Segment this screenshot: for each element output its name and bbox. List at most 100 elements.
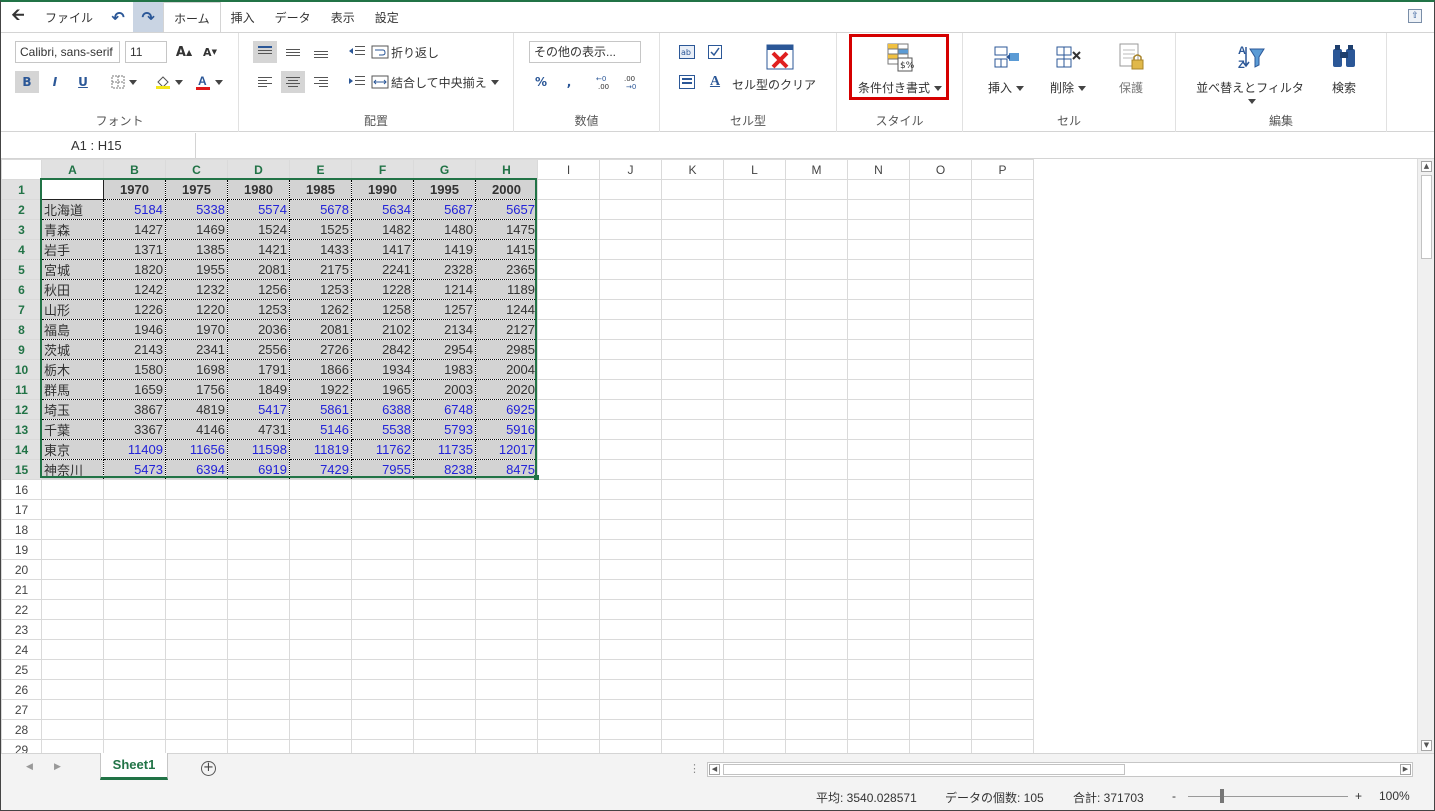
cell[interactable] [661,439,724,460]
fill-handle[interactable] [534,475,539,480]
cell[interactable] [41,479,104,500]
cell[interactable] [599,419,662,440]
cell[interactable] [103,519,166,540]
cell[interactable] [661,479,724,500]
value-cell[interactable]: 1433 [289,239,352,260]
cell[interactable] [723,399,786,420]
cell[interactable] [847,659,910,680]
cell[interactable] [475,699,538,720]
value-cell[interactable]: 1469 [165,219,228,240]
cell[interactable] [661,279,724,300]
value-cell[interactable]: 2003 [413,379,476,400]
cell[interactable] [971,399,1034,420]
cell[interactable] [909,199,972,220]
cell[interactable] [785,519,848,540]
scroll-left-icon[interactable]: ◀ [709,764,720,775]
row-header[interactable]: 21 [1,579,42,600]
cell[interactable] [723,239,786,260]
value-cell[interactable]: 1983 [413,359,476,380]
cell[interactable] [661,639,724,660]
cell[interactable] [909,619,972,640]
cell[interactable] [289,579,352,600]
cell[interactable] [971,579,1034,600]
cell[interactable] [103,639,166,660]
value-cell[interactable]: 2036 [227,319,290,340]
cell[interactable] [41,539,104,560]
cell[interactable] [971,259,1034,280]
cell[interactable] [723,539,786,560]
cell[interactable] [847,699,910,720]
value-cell[interactable]: 6388 [351,399,414,420]
cell[interactable] [661,239,724,260]
cell[interactable] [413,619,476,640]
cell[interactable] [227,539,290,560]
cell[interactable] [661,679,724,700]
value-cell[interactable]: 1698 [165,359,228,380]
zoom-slider[interactable] [1188,796,1348,797]
cell[interactable] [351,519,414,540]
prefecture-cell[interactable]: 神奈川 [41,459,104,480]
cell[interactable] [909,439,972,460]
scroll-right-icon[interactable]: ▶ [1400,764,1411,775]
cell[interactable] [599,499,662,520]
cell[interactable] [351,499,414,520]
cell[interactable] [785,579,848,600]
cell[interactable] [165,579,228,600]
cell[interactable] [661,419,724,440]
value-cell[interactable]: 1214 [413,279,476,300]
value-cell[interactable]: 1415 [475,239,538,260]
merge-center-button[interactable]: 結合して中央揃え [371,71,499,93]
row-header[interactable]: 16 [1,479,42,500]
find-button[interactable]: 検索 [1319,35,1369,96]
cell[interactable] [723,479,786,500]
value-cell[interactable]: 1385 [165,239,228,260]
cell[interactable] [785,239,848,260]
cell[interactable] [41,719,104,740]
cell[interactable] [909,359,972,380]
cell[interactable] [227,599,290,620]
cell[interactable] [537,539,600,560]
cell[interactable] [909,559,972,580]
cell[interactable] [723,639,786,660]
cell[interactable] [227,699,290,720]
cell[interactable] [723,359,786,380]
cell[interactable] [351,659,414,680]
cell[interactable] [351,679,414,700]
cell[interactable] [971,539,1034,560]
value-cell[interactable]: 5574 [227,199,290,220]
splitter-icon[interactable]: ⋮ [689,762,700,775]
value-cell[interactable]: 7429 [289,459,352,480]
cell[interactable] [971,739,1034,753]
horizontal-scrollbar[interactable]: ◀ ▶ [707,762,1413,777]
cell[interactable] [785,199,848,220]
cell[interactable] [971,339,1034,360]
column-header[interactable]: G [413,159,476,180]
cell[interactable] [227,619,290,640]
cell[interactable] [537,219,600,240]
cell[interactable] [661,739,724,753]
value-cell[interactable]: 8238 [413,459,476,480]
cell[interactable] [785,299,848,320]
increase-font-icon[interactable]: A ▲ [172,41,196,63]
cell[interactable] [599,239,662,260]
cell[interactable] [847,479,910,500]
value-cell[interactable]: 2004 [475,359,538,380]
cell[interactable] [537,679,600,700]
cell[interactable] [599,619,662,640]
value-cell[interactable]: 2134 [413,319,476,340]
cell[interactable] [785,439,848,460]
cell[interactable] [847,259,910,280]
column-header[interactable]: D [227,159,290,180]
cell[interactable] [723,599,786,620]
cell[interactable] [289,699,352,720]
value-cell[interactable]: 1242 [103,279,166,300]
cell[interactable] [661,499,724,520]
cell[interactable] [599,259,662,280]
cell[interactable] [785,279,848,300]
cell[interactable] [537,619,600,640]
cell[interactable] [909,299,972,320]
cell[interactable] [537,479,600,500]
align-right-icon[interactable] [309,71,333,93]
cell[interactable] [909,539,972,560]
cell[interactable] [351,539,414,560]
